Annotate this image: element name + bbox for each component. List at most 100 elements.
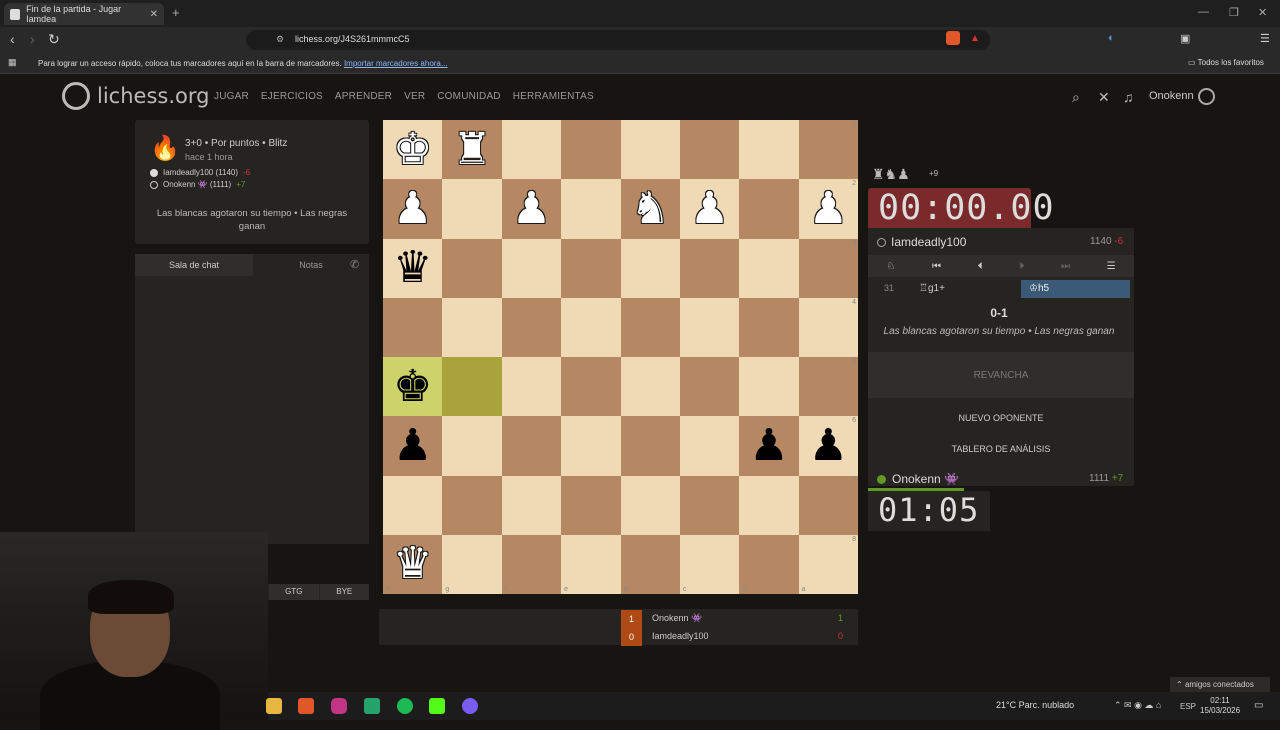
file-explorer-icon[interactable] [266, 698, 282, 714]
chess-piece[interactable]: ♟ [512, 186, 551, 231]
analysis-board-button[interactable]: TABLERO DE ANÁLISIS [868, 444, 1134, 454]
board-square[interactable] [620, 238, 680, 298]
chess-board[interactable]: ♚ ♜ 1 ♟ ♟ ♞ ♟ ♟ 2 ♛ 3 4 ♚ 5 ♟ ♟ ♟ 6 7 ♛ h g f e d c b 8 a [383, 120, 858, 594]
white-player-line[interactable]: Iamdeadly100 (1140) -6 [150, 168, 250, 177]
nav-puzzles[interactable]: EJERCICIOS [261, 91, 323, 102]
apps-icon[interactable]: ▦ [8, 57, 17, 68]
close-tab-icon[interactable]: ✕ [150, 9, 158, 20]
board-square[interactable]: f [501, 534, 562, 594]
board-square[interactable]: ♜ [442, 120, 502, 180]
board-square[interactable] [501, 297, 562, 357]
prev-move-icon[interactable]: ⏴ [978, 261, 983, 272]
board-square[interactable] [442, 357, 502, 417]
board-square[interactable] [679, 357, 740, 417]
brave-browser-icon[interactable] [298, 698, 314, 714]
board-square[interactable] [739, 357, 799, 417]
crosstable-name[interactable]: Onokenn 👾 [652, 613, 702, 624]
board-square[interactable] [442, 416, 502, 476]
quick-reply-bye[interactable]: BYE [318, 584, 370, 600]
board-square[interactable]: ♚ [383, 357, 443, 417]
board-square[interactable]: b [739, 534, 799, 594]
tab-chat-room[interactable]: Sala de chat [135, 254, 253, 276]
board-square[interactable]: ♞ [620, 179, 680, 239]
kick-icon[interactable] [429, 698, 445, 714]
board-square[interactable]: 8a [798, 534, 858, 594]
board-square[interactable] [561, 475, 621, 535]
chess-piece[interactable]: ♟ [809, 423, 848, 468]
board-square[interactable] [501, 357, 562, 417]
board-square[interactable] [620, 357, 680, 417]
board-square[interactable] [679, 475, 740, 535]
board-square[interactable]: 5 [798, 357, 858, 417]
import-bookmarks-link[interactable]: Importar marcadores ahora... [344, 59, 448, 68]
board-square[interactable] [501, 238, 562, 298]
board-square[interactable] [501, 416, 562, 476]
board-square[interactable] [620, 120, 680, 180]
restore-icon[interactable]: ❐ [1229, 6, 1239, 19]
whatsapp-icon[interactable] [364, 698, 380, 714]
board-square[interactable]: 1 [798, 120, 858, 180]
board-square[interactable]: 4 [798, 297, 858, 357]
menu-icon[interactable]: ☰ [1260, 32, 1270, 45]
board-square[interactable] [561, 179, 621, 239]
board-square[interactable] [679, 297, 740, 357]
board-square[interactable] [561, 297, 621, 357]
nav-learn[interactable]: APRENDER [335, 91, 392, 102]
brave-shield-icon[interactable] [946, 31, 960, 45]
board-square[interactable] [383, 475, 443, 535]
board-square[interactable]: c [679, 534, 740, 594]
board-square[interactable]: d [620, 534, 680, 594]
chess-piece[interactable]: ♟ [393, 186, 432, 231]
chess-piece[interactable]: ♟ [393, 423, 432, 468]
top-player[interactable]: Iamdeadly100 [877, 235, 966, 249]
chess-piece[interactable]: ♟ [749, 423, 788, 468]
board-square[interactable]: g [442, 534, 502, 594]
board-square[interactable] [620, 297, 680, 357]
language-indicator[interactable]: ESP [1180, 702, 1196, 711]
chess-piece[interactable]: ♞ [630, 186, 669, 231]
nav-watch[interactable]: VER [404, 91, 425, 102]
close-window-icon[interactable]: ✕ [1258, 6, 1267, 19]
board-square[interactable] [501, 120, 562, 180]
board-square[interactable] [442, 297, 502, 357]
first-move-icon[interactable]: ⏮ [932, 261, 941, 272]
sidebar-icon[interactable]: ▣ [1180, 32, 1190, 45]
board-square[interactable] [739, 297, 799, 357]
board-square[interactable]: ♚ [383, 120, 443, 180]
system-clock[interactable]: 02:11 15/03/2026 [1200, 696, 1240, 716]
site-info-icon[interactable]: ⚙ [276, 34, 284, 45]
new-opponent-button[interactable]: NUEVO OPONENTE [868, 413, 1134, 423]
spotify-icon[interactable] [397, 698, 413, 714]
black-player-line[interactable]: Onokenn 👾 (1111) +7 [150, 180, 245, 189]
board-square[interactable] [561, 416, 621, 476]
board-square[interactable]: ♟ [383, 416, 443, 476]
chess-piece[interactable]: ♚ [393, 127, 432, 172]
search-icon[interactable]: ⌕ [1072, 89, 1080, 106]
next-move-icon[interactable]: ⏵ [1019, 261, 1024, 272]
crosstable-name[interactable]: Iamdeadly100 [652, 631, 709, 641]
board-square[interactable]: ♟ 6 [798, 416, 858, 476]
new-tab-icon[interactable]: + [172, 5, 180, 20]
board-square[interactable]: ♟ [501, 179, 562, 239]
system-tray-icons[interactable]: ⌃ ✉ ◉ ☁ ⌂ [1114, 700, 1161, 711]
chess-piece[interactable]: ♛ [393, 542, 432, 586]
notification-center-icon[interactable]: ▭ [1254, 700, 1263, 711]
browser-tab[interactable]: Fin de la partida - Jugar Iamdea ✕ [4, 3, 164, 25]
board-square[interactable]: ♛ [383, 238, 443, 298]
weather-widget[interactable]: 21°C Parc. nublado [996, 700, 1074, 710]
nav-community[interactable]: COMUNIDAD [437, 91, 500, 102]
board-square[interactable] [679, 120, 740, 180]
notification-bell-icon[interactable]: ♫ [1123, 89, 1134, 105]
board-square[interactable]: 7 [798, 475, 858, 535]
chess-piece[interactable]: ♚ [393, 364, 432, 409]
board-square[interactable]: ♛ h [383, 534, 443, 594]
last-move-icon[interactable]: ⏭ [1061, 261, 1070, 272]
board-square[interactable] [501, 475, 562, 535]
quick-reply-gtg[interactable]: GTG [268, 584, 319, 600]
friends-online-button[interactable]: ⌃ amigos conectados [1170, 677, 1270, 692]
board-square[interactable] [561, 120, 621, 180]
menu-icon[interactable]: ☰ [1107, 261, 1116, 272]
site-brand[interactable]: lichess.org [97, 84, 209, 108]
nav-play[interactable]: JUGAR [214, 91, 249, 102]
chess-piece[interactable]: ♟ [809, 186, 848, 231]
